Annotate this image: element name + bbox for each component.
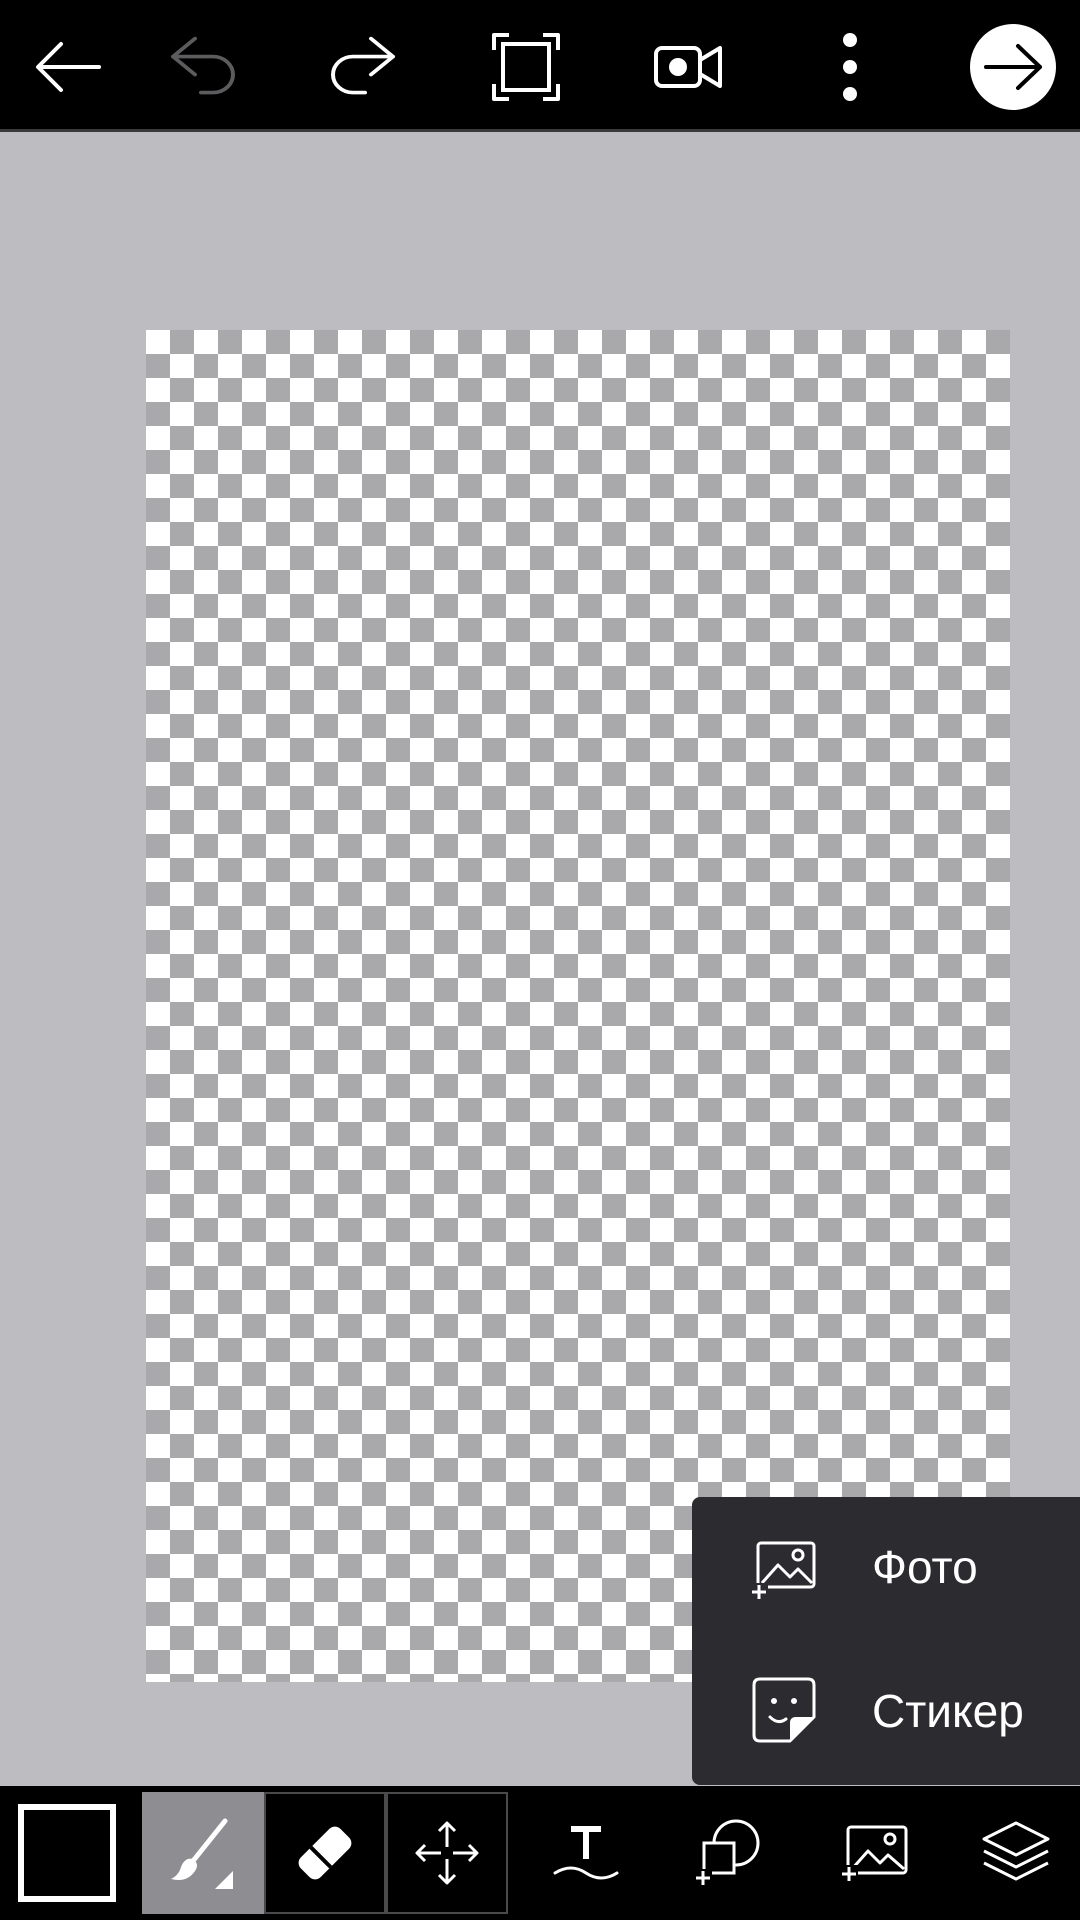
next-button[interactable] [970,24,1056,110]
menu-item-label: Фото [872,1541,978,1593]
brush-icon [171,1818,233,1889]
layers-icon [982,1821,1050,1881]
add-image-button[interactable] [826,1792,922,1914]
back-button[interactable] [20,22,116,112]
eraser-tool-button[interactable] [264,1792,386,1914]
color-picker-swatch[interactable] [18,1804,116,1902]
record-button[interactable] [640,22,736,112]
move-tool-button[interactable] [386,1792,508,1914]
arrow-right-icon [984,44,1042,90]
drawing-app: Фото Стикер [0,0,1080,1920]
menu-item-photo[interactable]: Фото [692,1497,1080,1637]
menu-item-sticker[interactable]: Стикер [692,1641,1080,1781]
add-shape-icon [694,1819,760,1887]
add-shape-button[interactable] [680,1792,776,1914]
sticker-icon [752,1677,816,1743]
arrow-left-icon [36,42,101,92]
eraser-icon [298,1826,352,1880]
fullscreen-icon [492,33,560,101]
add-photo-icon [750,1541,816,1601]
more-vertical-icon [843,33,857,101]
menu-item-label: Стикер [872,1685,1024,1737]
top-toolbar [0,0,1080,132]
add-image-icon [840,1825,908,1883]
undo-button[interactable] [154,22,250,112]
layers-button[interactable] [966,1792,1066,1914]
redo-icon [331,36,395,95]
move-icon [415,1821,479,1885]
bottom-toolbar [0,1786,1080,1920]
video-camera-icon [654,46,722,88]
brush-tool-button[interactable] [142,1792,264,1914]
more-button[interactable] [802,22,898,112]
add-menu: Фото Стикер [692,1497,1080,1785]
text-icon [553,1826,619,1880]
drawing-canvas[interactable] [146,330,1010,1682]
redo-button[interactable] [316,22,412,112]
fullscreen-button[interactable] [478,22,574,112]
text-tool-button[interactable] [538,1792,634,1914]
undo-icon [171,36,235,95]
